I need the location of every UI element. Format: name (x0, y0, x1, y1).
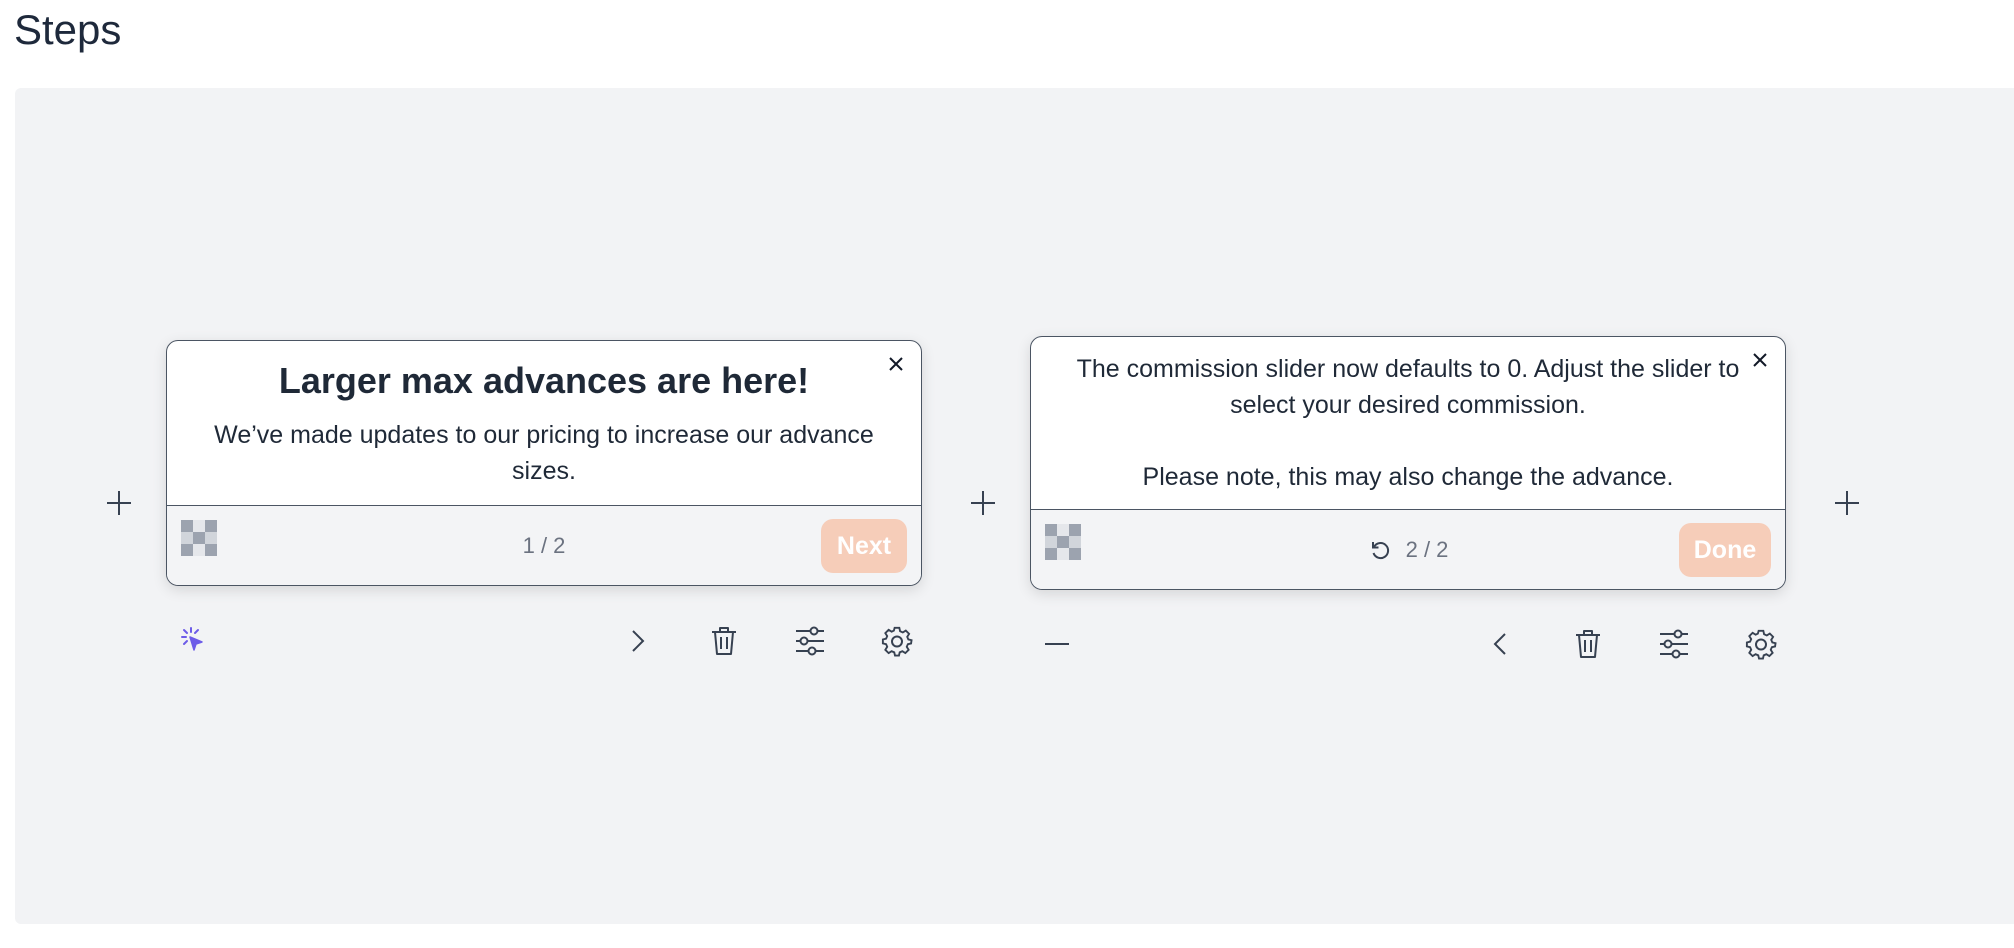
next-button[interactable]: Next (821, 519, 907, 573)
step-card-1[interactable]: Larger max advances are here! We’ve made… (166, 340, 922, 586)
steps-canvas: Larger max advances are here! We’ve made… (15, 88, 2014, 924)
step-counter: 2 / 2 (1031, 510, 1785, 589)
close-icon (1753, 353, 1767, 367)
close-button[interactable] (1747, 347, 1773, 373)
settings-button[interactable] (875, 619, 919, 663)
step-text: The commission slider now defaults to 0.… (1076, 355, 1740, 419)
done-button[interactable]: Done (1679, 523, 1771, 577)
delete-button[interactable] (1566, 622, 1610, 666)
chevron-left-icon (1493, 633, 1506, 655)
step-card-footer: 2 / 2 Done (1031, 509, 1785, 589)
close-button[interactable] (883, 351, 909, 377)
close-icon (889, 357, 903, 371)
step-counter: 1 / 2 (167, 506, 921, 585)
step-card-footer: 1 / 2 Next (167, 505, 921, 585)
plus-icon (971, 491, 995, 515)
delete-button[interactable] (702, 619, 746, 663)
collapse-button[interactable] (1035, 622, 1079, 666)
gear-icon (1745, 629, 1777, 660)
adjust-button[interactable] (788, 619, 832, 663)
restart-icon[interactable] (1368, 538, 1392, 562)
step-card-2[interactable]: The commission slider now defaults to 0.… (1030, 336, 1786, 590)
step-counter-text: 2 / 2 (1405, 537, 1449, 562)
chevron-right-icon (632, 630, 645, 652)
minus-icon (1045, 643, 1069, 645)
step-title: Larger max advances are here! (278, 360, 810, 401)
prev-step-button[interactable] (1479, 622, 1523, 666)
add-step-button[interactable] (1825, 481, 1869, 525)
add-step-button[interactable] (961, 481, 1005, 525)
sliders-icon (796, 626, 824, 656)
next-step-button[interactable] (615, 619, 659, 663)
adjust-button[interactable] (1652, 622, 1696, 666)
step-counter-text: 1 / 2 (522, 533, 566, 558)
plus-icon (107, 491, 131, 515)
trigger-button[interactable] (171, 619, 215, 663)
settings-button[interactable] (1739, 622, 1783, 666)
trash-icon (712, 627, 736, 655)
step-card-body: The commission slider now defaults to 0.… (1031, 337, 1785, 495)
page-title: Steps (14, 6, 122, 53)
gear-icon (881, 626, 913, 657)
step-text: We’ve made updates to our pricing to inc… (214, 421, 874, 485)
step-note: Please note, this may also change the ad… (1142, 463, 1674, 491)
cursor-click-icon (181, 627, 203, 651)
sliders-icon (1660, 629, 1688, 659)
step-card-body: Larger max advances are here! We’ve made… (167, 341, 921, 489)
plus-icon (1835, 491, 1859, 515)
add-step-button[interactable] (97, 481, 141, 525)
trash-icon (1576, 630, 1600, 658)
